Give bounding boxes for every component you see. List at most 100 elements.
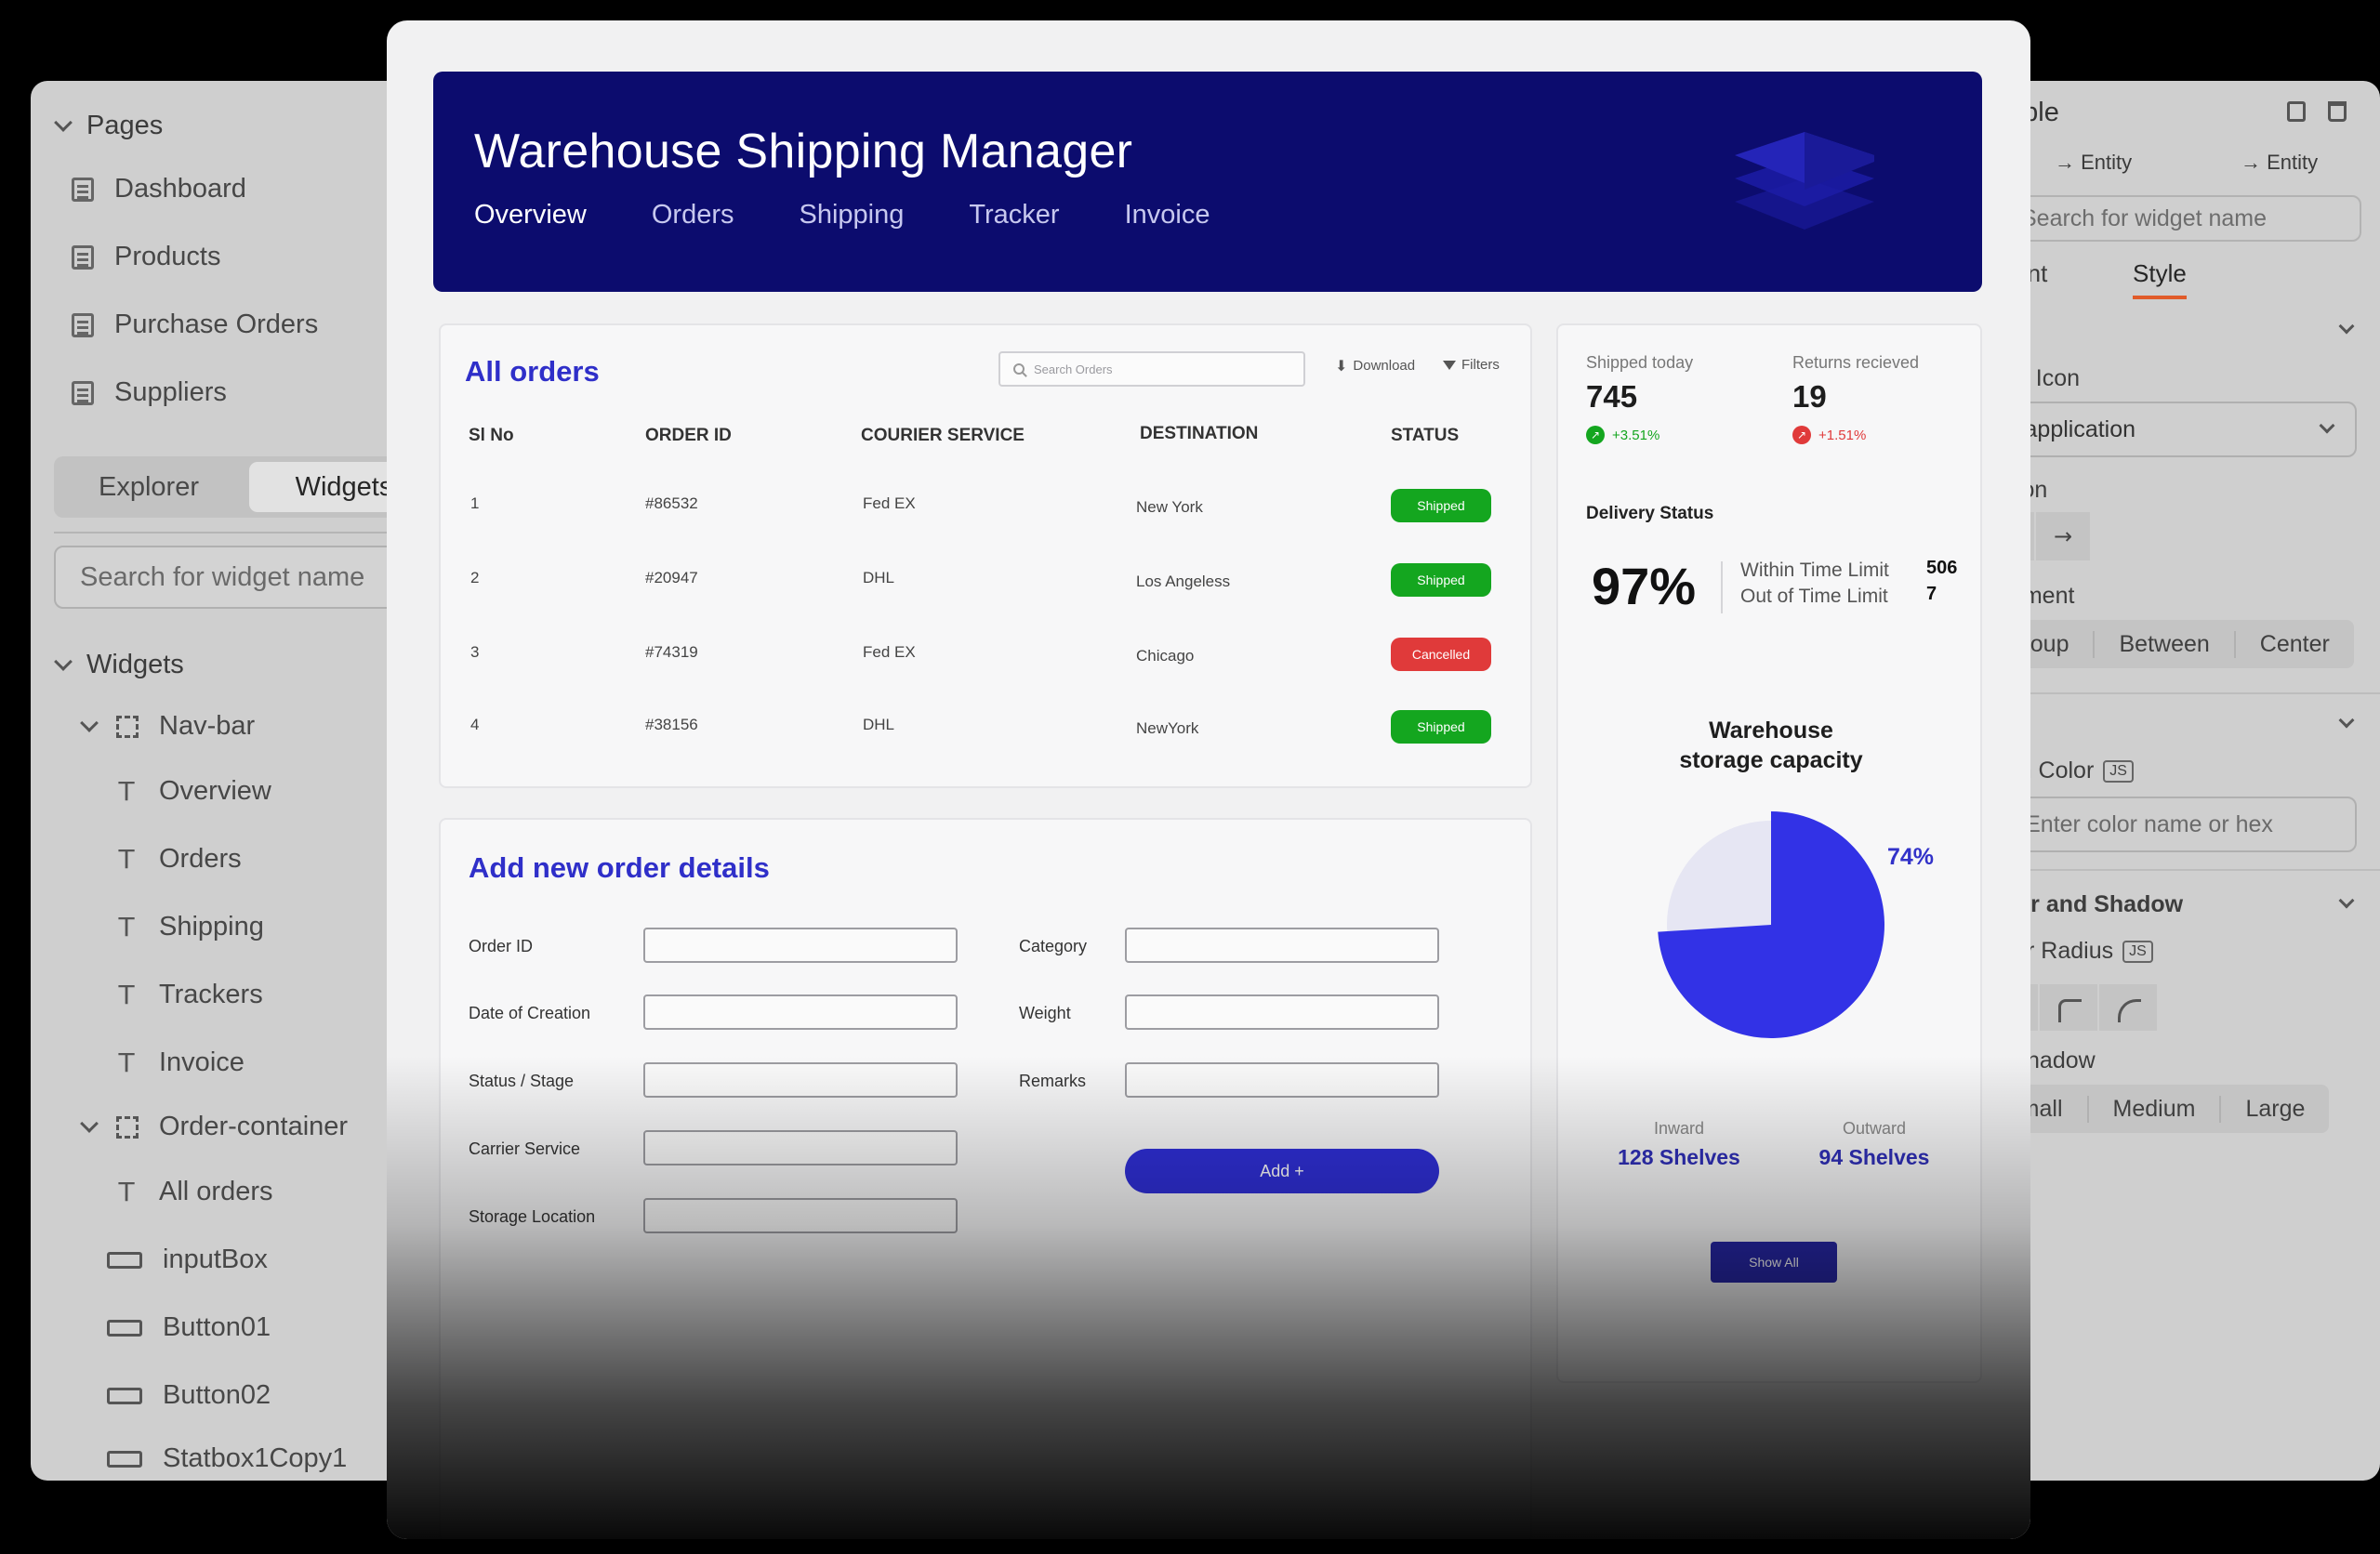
tree-item-all-orders[interactable]: T All orders bbox=[114, 1177, 273, 1207]
tree-label: All orders bbox=[159, 1177, 273, 1207]
category-input[interactable] bbox=[1125, 928, 1439, 963]
icon-select[interactable]: ♡ application bbox=[1980, 402, 2357, 457]
tree-item-trackers[interactable]: T Trackers bbox=[114, 980, 263, 1010]
download-label: Download bbox=[1353, 358, 1415, 374]
cell-sl: 4 bbox=[470, 716, 479, 734]
text-icon: T bbox=[114, 980, 139, 1010]
widget-search-input[interactable]: Search for widget name bbox=[1980, 195, 2361, 242]
shadow-large[interactable]: Large bbox=[2221, 1096, 2329, 1123]
js-badge[interactable]: JS bbox=[2122, 941, 2153, 963]
widgets-section-header[interactable]: Widgets bbox=[57, 650, 184, 680]
radius-large-icon[interactable] bbox=[2099, 984, 2157, 1031]
page-item-products[interactable]: Products bbox=[72, 242, 220, 272]
tree-label: inputBox bbox=[163, 1245, 268, 1275]
tree-item-shipping[interactable]: T Shipping bbox=[114, 912, 264, 942]
frame-icon bbox=[116, 716, 139, 738]
placement-between[interactable]: Between bbox=[2095, 631, 2235, 658]
tree-item-nav-bar[interactable]: Nav-bar bbox=[83, 711, 255, 742]
page-item-suppliers[interactable]: Suppliers bbox=[72, 377, 227, 408]
placement-segment: Group Between Center bbox=[1980, 620, 2354, 668]
statbox-widget-icon bbox=[107, 1451, 142, 1468]
shipped-today-value: 745 bbox=[1586, 379, 1637, 415]
copy-icon[interactable] bbox=[2287, 101, 2306, 122]
nav-invoice[interactable]: Invoice bbox=[1125, 200, 1210, 230]
tree-item-statbox[interactable]: Statbox1Copy1 bbox=[107, 1443, 347, 1474]
order-id-label: Order ID bbox=[469, 937, 533, 956]
text-icon: T bbox=[114, 776, 139, 807]
cell-destination: Los Angeless bbox=[1136, 573, 1230, 591]
within-time-value: 506 bbox=[1926, 558, 1957, 579]
nav-shipping[interactable]: Shipping bbox=[800, 200, 905, 230]
col-order-id: ORDER ID bbox=[645, 426, 732, 446]
tree-item-button02[interactable]: Button02 bbox=[107, 1380, 271, 1411]
button-widget-icon bbox=[107, 1320, 142, 1337]
frame-icon bbox=[116, 1116, 139, 1139]
page-item-dashboard[interactable]: Dashboard bbox=[72, 174, 246, 204]
tree-item-order-container[interactable]: Order-container bbox=[83, 1112, 348, 1142]
js-badge[interactable]: JS bbox=[2103, 760, 2134, 783]
widget-search-input[interactable]: Search for widget name bbox=[54, 546, 421, 609]
nav-tracker[interactable]: Tracker bbox=[969, 200, 1059, 230]
tree-item-orders[interactable]: T Orders bbox=[114, 844, 242, 875]
tree-item-overview[interactable]: T Overview bbox=[114, 776, 271, 807]
page-label: Products bbox=[114, 242, 220, 272]
page-item-purchase-orders[interactable]: Purchase Orders bbox=[72, 309, 318, 340]
pages-heading: Pages bbox=[86, 111, 163, 141]
status-badge: Shipped bbox=[1391, 489, 1491, 522]
date-of-creation-input[interactable] bbox=[643, 994, 958, 1030]
delivery-percentage: 97% bbox=[1592, 556, 1696, 616]
tree-label: Order-container bbox=[159, 1112, 348, 1142]
shadow-medium[interactable]: Medium bbox=[2089, 1096, 2222, 1123]
entity-link-2[interactable]: → Entity bbox=[2241, 151, 2318, 175]
add-order-card: Add new order details Order ID Date of C… bbox=[439, 818, 1532, 1539]
divider bbox=[1721, 561, 1723, 613]
cell-destination: Chicago bbox=[1136, 647, 1194, 665]
widgets-heading: Widgets bbox=[86, 650, 184, 680]
entity-link-1[interactable]: → Entity bbox=[2055, 151, 2132, 175]
download-button[interactable]: ⬇ Download bbox=[1335, 357, 1415, 375]
status-badge: Cancelled bbox=[1391, 638, 1491, 671]
returns-label: Returns recieved bbox=[1792, 353, 1919, 373]
orders-search-input[interactable]: Search Orders bbox=[998, 351, 1305, 387]
color-input[interactable]: ✎ Enter color name or hex bbox=[1980, 797, 2357, 852]
app-title: Warehouse Shipping Manager bbox=[474, 124, 1132, 179]
tree-item-invoice[interactable]: T Invoice bbox=[114, 1047, 245, 1078]
trash-icon[interactable] bbox=[2328, 101, 2347, 122]
chevron-down-icon[interactable] bbox=[2339, 893, 2355, 909]
shipped-delta-value: +3.51% bbox=[1612, 428, 1659, 443]
arrow-right-icon[interactable]: → bbox=[2036, 512, 2090, 560]
tree-item-inputbox[interactable]: inputBox bbox=[107, 1245, 268, 1275]
status-stage-input[interactable] bbox=[643, 1062, 958, 1098]
button-widget-icon bbox=[107, 1388, 142, 1404]
tree-label: Invoice bbox=[159, 1047, 245, 1078]
chevron-down-icon[interactable] bbox=[2339, 713, 2355, 729]
weight-input[interactable] bbox=[1125, 994, 1439, 1030]
show-all-button[interactable]: Show All bbox=[1711, 1242, 1837, 1283]
tab-style[interactable]: Style bbox=[2133, 259, 2187, 299]
tree-label: Trackers bbox=[159, 980, 263, 1010]
tab-explorer[interactable]: Explorer bbox=[54, 456, 244, 518]
cell-order-id: #86532 bbox=[645, 494, 698, 513]
add-order-button[interactable]: Add + bbox=[1125, 1149, 1439, 1193]
nav-orders[interactable]: Orders bbox=[652, 200, 734, 230]
inward-value: 128 Shelves bbox=[1586, 1145, 1772, 1170]
chevron-down-icon bbox=[54, 652, 73, 671]
order-id-input[interactable] bbox=[643, 928, 958, 963]
placement-center[interactable]: Center bbox=[2236, 631, 2354, 658]
arrow-up-icon: ↗ bbox=[1586, 426, 1605, 444]
nav-overview[interactable]: Overview bbox=[474, 200, 587, 230]
pages-section-header[interactable]: Pages bbox=[57, 111, 163, 141]
remarks-input[interactable] bbox=[1125, 1062, 1439, 1098]
tree-item-button01[interactable]: Button01 bbox=[107, 1312, 271, 1343]
carrier-service-input[interactable] bbox=[643, 1130, 958, 1166]
cell-courier: DHL bbox=[863, 569, 894, 587]
search-placeholder: Search for widget name bbox=[2021, 205, 2267, 232]
storage-location-input[interactable] bbox=[643, 1198, 958, 1233]
tree-label: Orders bbox=[159, 844, 242, 875]
filters-button[interactable]: Filters bbox=[1443, 357, 1500, 373]
page-icon bbox=[72, 245, 94, 270]
radius-small-icon[interactable] bbox=[2040, 984, 2097, 1031]
chevron-down-icon[interactable] bbox=[2339, 319, 2355, 335]
chevron-down-icon bbox=[2320, 418, 2335, 434]
cell-order-id: #38156 bbox=[645, 716, 698, 734]
